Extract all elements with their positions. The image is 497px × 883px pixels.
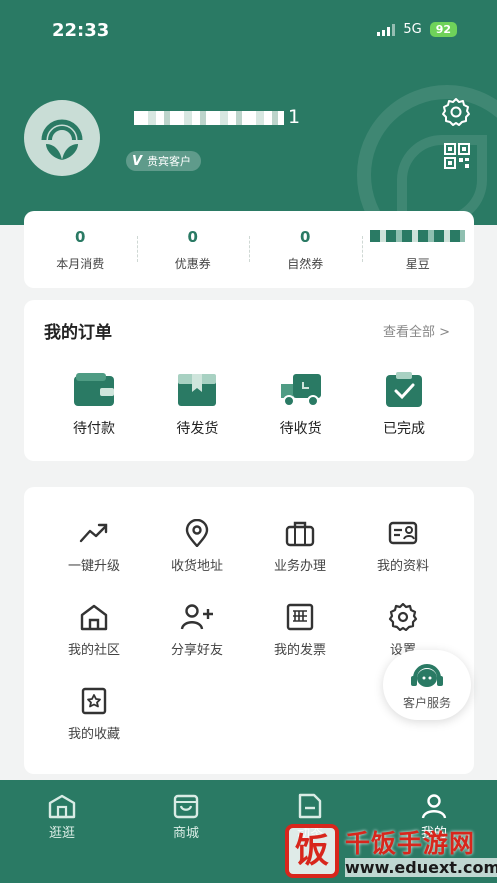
service-label: 分享好友 [170, 643, 223, 658]
vip-level: 贵宾客户 [147, 155, 192, 168]
service-community[interactable]: 我的社区 [44, 603, 144, 658]
gear-icon [388, 603, 418, 631]
service-label: 一键升级 [67, 559, 120, 574]
stat-label: 星豆 [405, 256, 430, 271]
order-label: 待收货 [279, 421, 322, 437]
truck-icon [280, 374, 321, 407]
vip-badge[interactable]: V 贵宾客户 [126, 151, 202, 171]
settings-gear-icon[interactable] [440, 96, 472, 128]
username: 1 [134, 106, 301, 128]
service-share[interactable]: 分享好友 [147, 603, 247, 658]
stat-label: 优惠券 [174, 256, 211, 271]
customer-service-button[interactable]: 客户服务 [383, 650, 471, 720]
clipboard-check-icon [385, 372, 422, 407]
store-icon [48, 794, 76, 819]
order-completed[interactable]: 已完成 [354, 372, 454, 438]
service-business[interactable]: 业务办理 [250, 519, 350, 574]
view-all-orders-link[interactable]: 查看全部 > [383, 321, 450, 340]
add-user-icon [180, 604, 213, 630]
service-favorites[interactable]: 我的收藏 [44, 687, 144, 742]
wallet-icon [74, 373, 114, 406]
tab-label: 商城 [172, 826, 199, 841]
service-label: 我的发票 [273, 643, 326, 658]
username-suffix: 1 [288, 106, 302, 128]
order-label: 已完成 [382, 421, 425, 437]
tab-label: 逛逛 [48, 826, 75, 841]
stat-label: 本月消费 [56, 256, 105, 271]
stat-nature-coupons[interactable]: 0 自然券 [249, 228, 362, 272]
service-invoice[interactable]: 我的发票 [250, 603, 350, 658]
stat-coupons[interactable]: 0 优惠券 [136, 227, 250, 272]
service-label: 我的收藏 [67, 727, 120, 742]
stat-value: 0 [75, 227, 86, 246]
avatar[interactable] [24, 100, 100, 176]
briefcase-icon [285, 521, 315, 547]
person-icon [421, 794, 447, 819]
status-indicators: 5G 92 [377, 22, 457, 37]
service-upgrade[interactable]: 一键升级 [44, 519, 144, 574]
customer-service-label: 客户服务 [402, 696, 451, 710]
stat-star-beans[interactable]: 星豆 [361, 228, 475, 272]
receipt-icon [286, 603, 314, 631]
battery-icon: 92 [429, 22, 457, 37]
services-card: 一键升级 收货地址 业务办理 我的资料 我的社区 分享好友 我的发票 设置 我的… [24, 487, 474, 774]
status-bar: 22:33 5G 92 [0, 0, 497, 60]
document-icon [298, 793, 322, 819]
orders-title: 我的订单 [44, 323, 112, 343]
watermark-name: 千饭手游网 [345, 829, 476, 858]
order-label: 待付款 [73, 421, 115, 437]
id-card-icon [388, 521, 418, 545]
vip-icon: V [132, 153, 143, 169]
order-pending-payment[interactable]: 待付款 [44, 372, 144, 438]
service-address[interactable]: 收货地址 [147, 519, 247, 574]
location-pin-icon [185, 519, 209, 547]
order-pending-receipt[interactable]: 待收货 [251, 372, 351, 438]
masked-name [134, 110, 284, 125]
network-label: 5G [403, 22, 422, 37]
qr-code-icon[interactable] [443, 142, 471, 170]
star-icon [81, 687, 107, 715]
order-pending-shipment[interactable]: 待发货 [147, 372, 247, 438]
status-time: 22:33 [52, 20, 110, 41]
stats-card: 0 本月消费 0 优惠券 0 自然券 星豆 [24, 211, 474, 288]
stat-monthly-spend[interactable]: 0 本月消费 [24, 228, 137, 272]
stat-value: 0 [300, 227, 311, 246]
service-label: 收货地址 [170, 559, 223, 574]
tab-browse[interactable]: 逛逛 [0, 780, 124, 883]
stat-label: 自然券 [287, 256, 324, 271]
watermark-logo: 饭 [285, 824, 339, 878]
order-label: 待发货 [176, 421, 219, 437]
masked-value [370, 229, 466, 242]
stat-value-masked [362, 228, 475, 248]
watermark: 饭 千饭手游网 www.eduext.com [285, 822, 497, 883]
battery-level: 92 [435, 23, 451, 36]
shopping-bag-icon [173, 794, 199, 819]
headset-icon [411, 664, 443, 687]
order-status-list: 待付款 待发货 待收货 已完成 [44, 372, 454, 438]
home-icon [80, 604, 108, 631]
service-label: 我的社区 [67, 643, 120, 658]
tab-mall[interactable]: 商城 [124, 780, 248, 883]
orders-card: 我的订单 查看全部 > 待付款 待发货 待收货 已完成 [24, 300, 474, 461]
signal-icon [377, 23, 396, 36]
service-label: 我的资料 [376, 559, 429, 574]
stat-value: 0 [187, 227, 198, 246]
watermark-url: www.eduext.com [345, 858, 497, 877]
trend-up-icon [79, 523, 108, 543]
package-icon [178, 374, 217, 406]
service-label: 业务办理 [273, 559, 326, 574]
service-profile[interactable]: 我的资料 [353, 519, 453, 574]
leaf-logo-icon [41, 119, 83, 160]
